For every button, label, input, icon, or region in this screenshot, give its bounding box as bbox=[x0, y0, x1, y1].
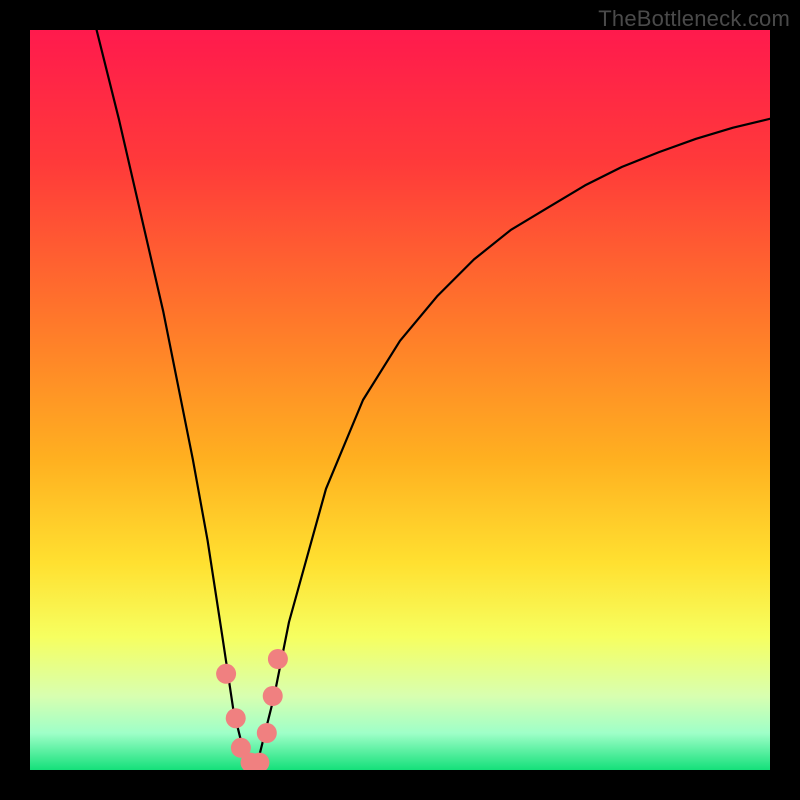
chart-frame: TheBottleneck.com bbox=[0, 0, 800, 800]
marker-dot bbox=[268, 649, 288, 669]
gradient-background bbox=[30, 30, 770, 770]
marker-dot bbox=[257, 723, 277, 743]
marker-dot bbox=[216, 664, 236, 684]
marker-dot bbox=[263, 686, 283, 706]
marker-dot bbox=[226, 708, 246, 728]
watermark-text: TheBottleneck.com bbox=[598, 6, 790, 32]
plot-area bbox=[30, 30, 770, 770]
chart-svg bbox=[30, 30, 770, 770]
